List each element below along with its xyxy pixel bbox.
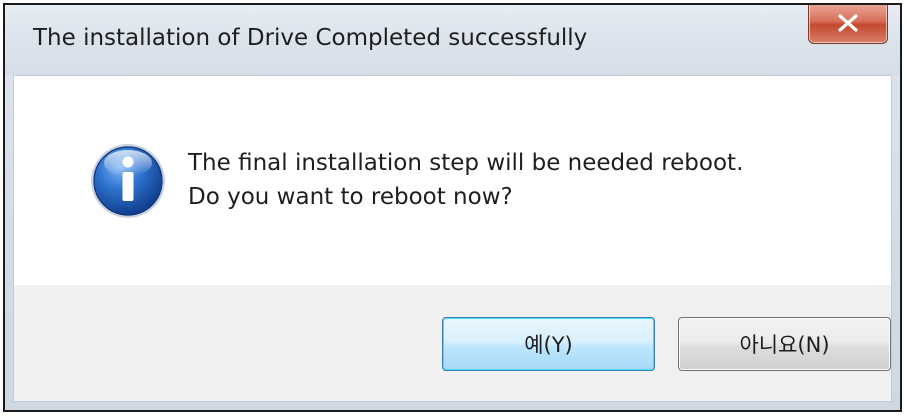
message-line-1: The final installation step will be need… [188, 150, 744, 176]
yes-button[interactable]: 예(Y) [442, 317, 655, 371]
close-icon [837, 14, 859, 32]
no-button-label: 아니요(N) [739, 333, 830, 357]
no-button[interactable]: 아니요(N) [678, 317, 891, 371]
close-button[interactable] [808, 5, 888, 44]
yes-button-label: 예(Y) [524, 333, 573, 357]
message-dialog: The installation of Drive Completed succ… [3, 3, 902, 412]
dialog-message: The final installation step will be need… [188, 146, 743, 214]
dialog-title: The installation of Drive Completed succ… [33, 25, 588, 51]
information-icon [88, 141, 168, 221]
title-bar[interactable]: The installation of Drive Completed succ… [5, 5, 900, 75]
dialog-body: The final installation step will be need… [13, 75, 892, 402]
message-area: The final installation step will be need… [14, 76, 891, 285]
message-line-2: Do you want to reboot now? [188, 184, 513, 210]
